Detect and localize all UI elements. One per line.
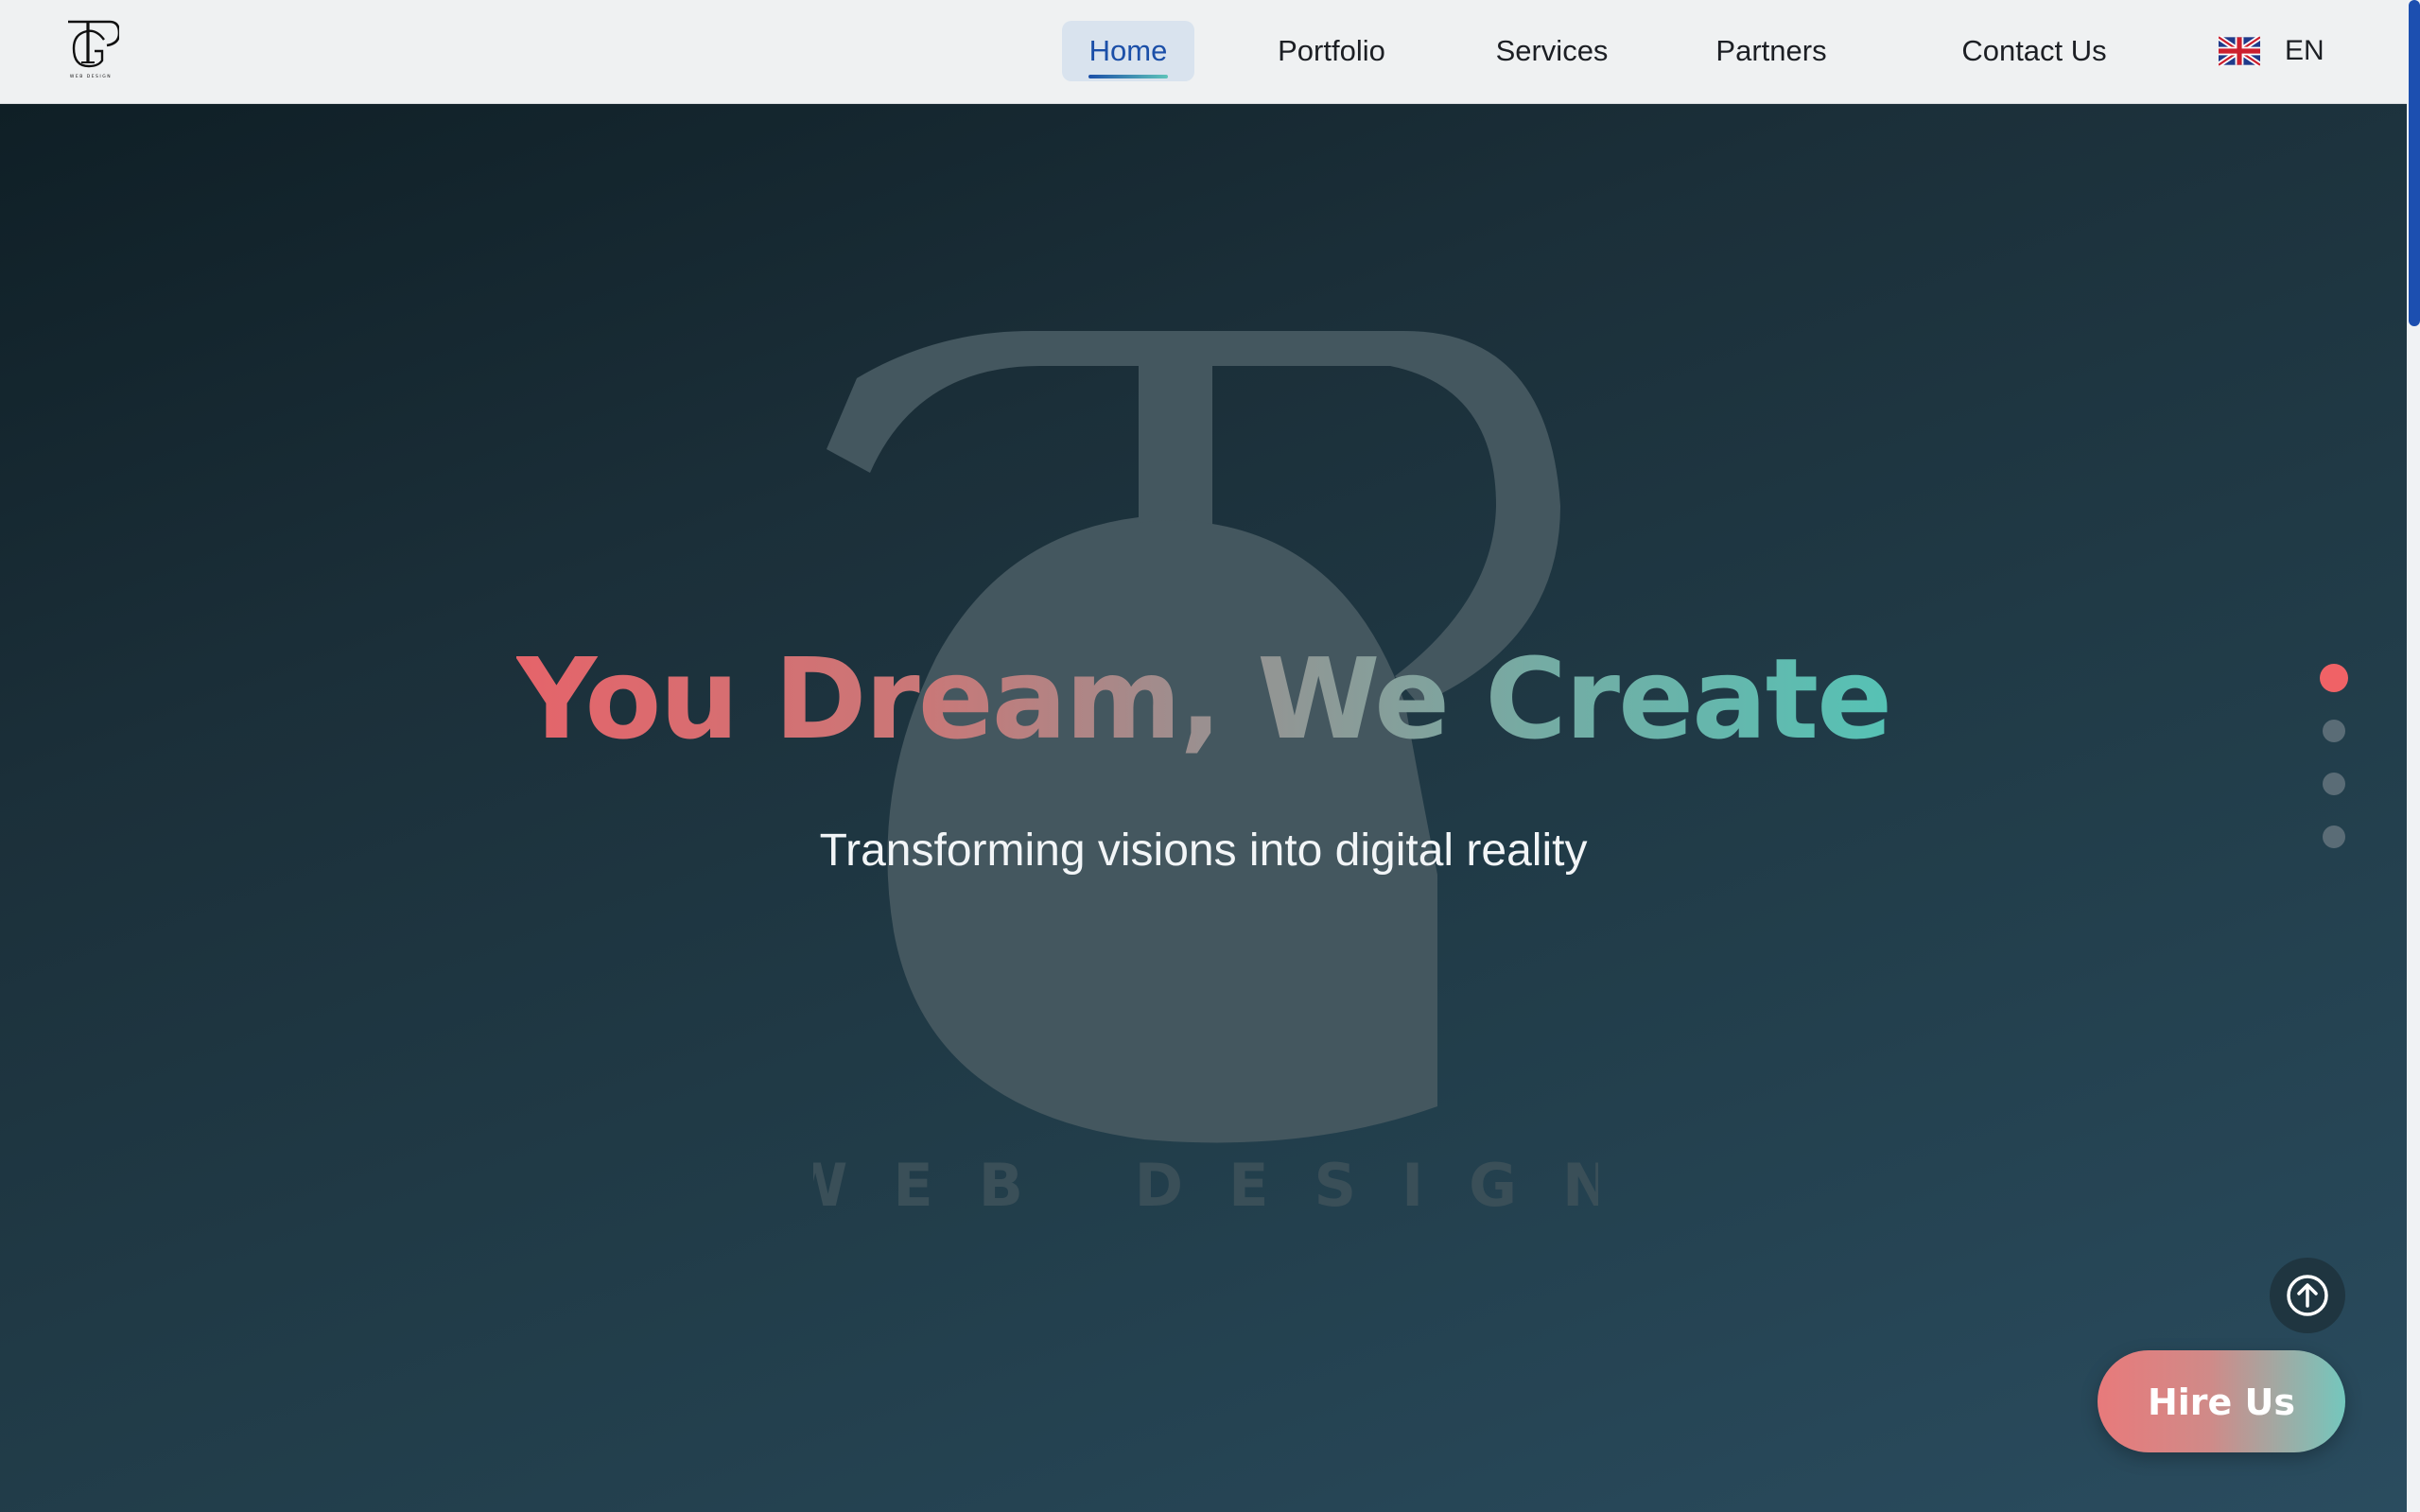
nav-contact-us[interactable]: Contact Us — [1940, 21, 2129, 81]
hero-title: You Dream, We Create — [0, 643, 2407, 755]
hero-section: WEB DESIGN You Dream, We Create Transfor… — [0, 104, 2407, 1512]
nav-services[interactable]: Services — [1486, 21, 1618, 81]
hero-subtitle: Transforming visions into digital realit… — [819, 826, 1588, 876]
nav-home[interactable]: Home — [1062, 21, 1194, 81]
language-switcher[interactable]: EN — [2219, 28, 2324, 74]
watermark-text: WEB DESIGN — [813, 1151, 1598, 1215]
hero-title-text: You Dream, We Create — [515, 634, 1892, 764]
slide-dot-4[interactable] — [2323, 826, 2345, 848]
slide-dot-2[interactable] — [2323, 720, 2345, 742]
scrollbar-thumb[interactable] — [2409, 0, 2420, 326]
nav-partners[interactable]: Partners — [1705, 21, 1837, 81]
hire-us-button[interactable]: Hire Us — [2098, 1350, 2345, 1452]
slide-dot-3[interactable] — [2323, 773, 2345, 795]
page-scrollbar[interactable] — [2407, 0, 2420, 1512]
nav-portfolio[interactable]: Portfolio — [1261, 21, 1402, 81]
scroll-to-top-button[interactable] — [2270, 1258, 2345, 1333]
uk-flag-icon — [2219, 36, 2260, 66]
site-logo[interactable]: WEB DESIGN — [62, 17, 121, 81]
arrow-up-circle-icon — [2287, 1275, 2328, 1316]
top-navbar: WEB DESIGN Home Portfolio Services Partn… — [0, 0, 2407, 104]
svg-text:WEB DESIGN: WEB DESIGN — [70, 74, 112, 79]
tg-monogram-logo-icon: WEB DESIGN — [68, 20, 121, 79]
slide-dot-1[interactable] — [2320, 664, 2348, 692]
language-code: EN — [2285, 35, 2324, 66]
